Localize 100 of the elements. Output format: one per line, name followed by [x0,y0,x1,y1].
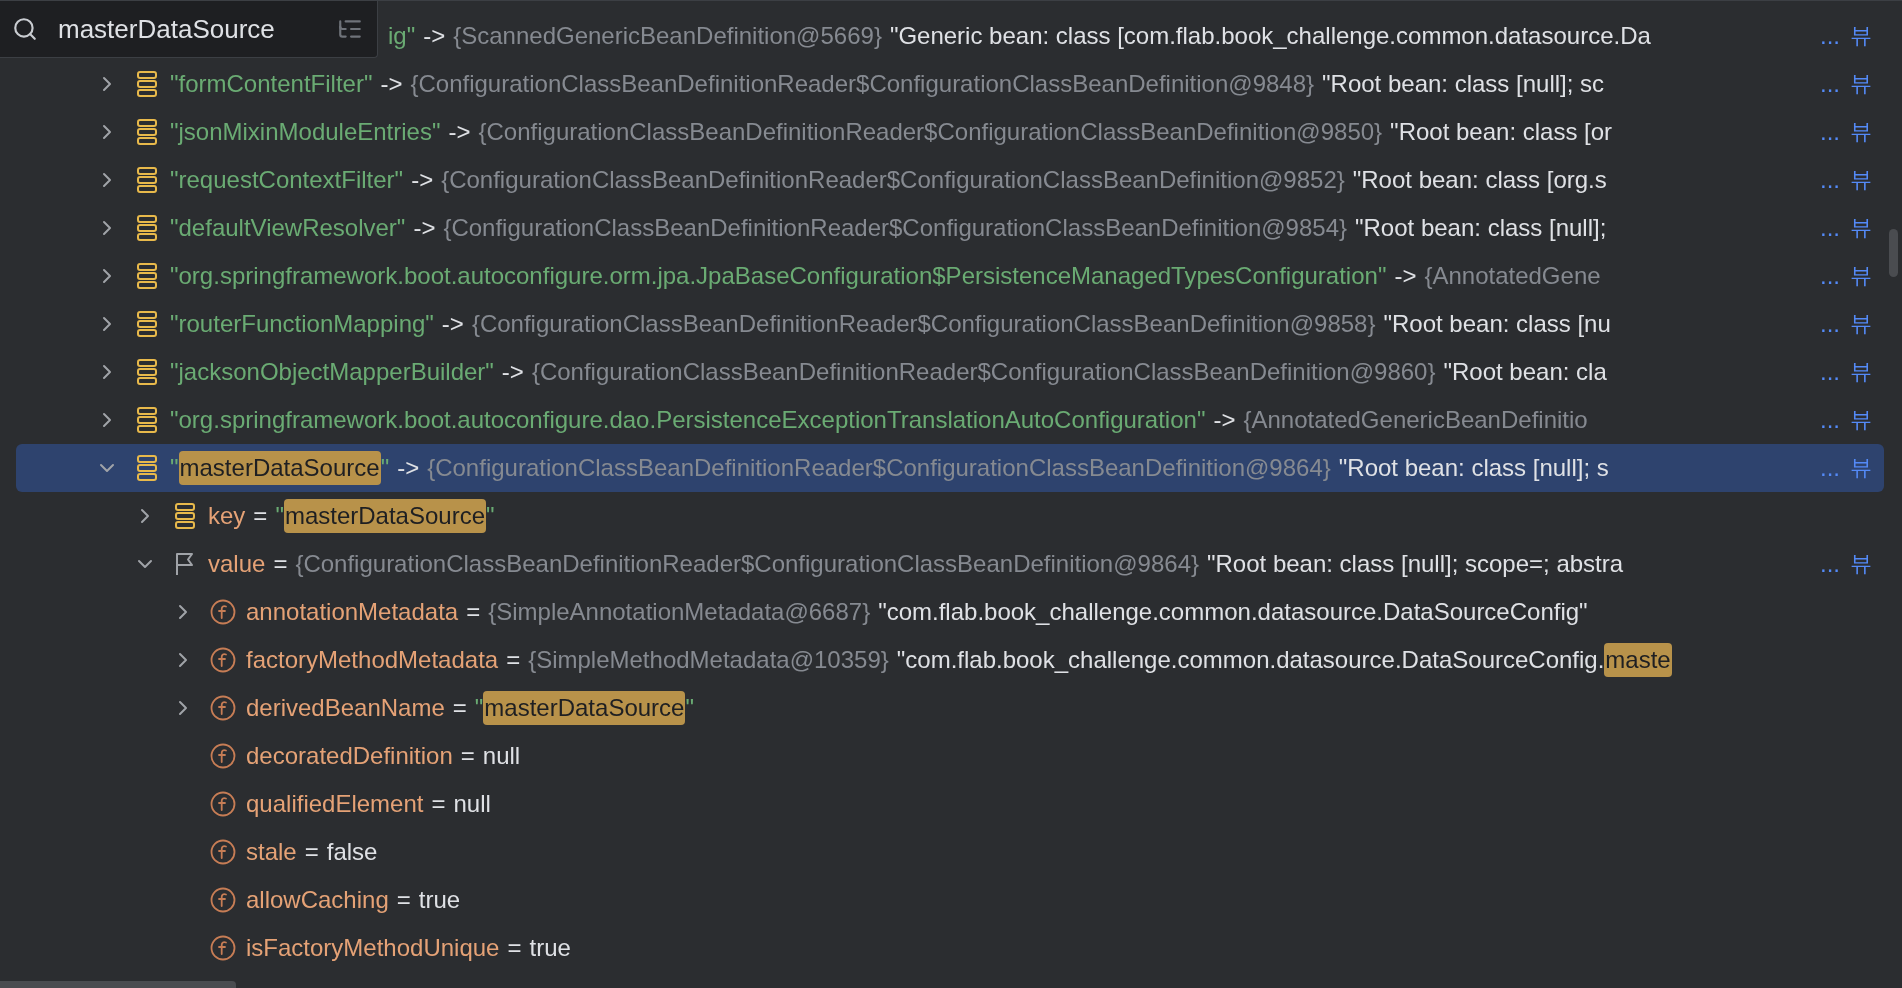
view-link[interactable]: 뷰 [1850,69,1872,99]
variable-name: "defaultViewResolver" [170,214,406,242]
ellipsis-link[interactable]: ... [1816,214,1840,242]
variable-name: key [208,502,246,530]
ellipsis-link[interactable]: ... [1816,262,1840,290]
field-icon [210,791,236,817]
tree-row[interactable]: "jacksonObjectMapperBuilder" -> {ConfigurationClassBeanDefinitionReader$ConfigurationClassBeanDefinition@9860} "Root bean: cla ... 뷰 [16,348,1884,396]
ellipsis-link[interactable]: ... [1816,310,1840,338]
stacked-bars-icon [137,215,157,241]
value-text: "Root bean: class [null]; s [1338,454,1609,482]
view-link[interactable]: 뷰 [1850,357,1872,387]
ellipsis-link[interactable]: ... [1816,118,1840,146]
tree-row[interactable]: "defaultViewResolver" -> {ConfigurationClassBeanDefinitionReader$ConfigurationClassBeanDefinition@9854} "Root bean: class [null]; ... 뷰 [16,204,1884,252]
stacked-bars-icon [137,263,157,289]
stacked-bars-icon [137,71,157,97]
separator-text: -> [1213,406,1236,434]
separator-text: = [273,550,288,578]
tree-row[interactable]: value = {ConfigurationClassBeanDefinitionReader$ConfigurationClassBeanDefinition@9864} "Root bean: class [null]; scope=; abstra ... 뷰 [16,540,1884,588]
scrollbar-thumb[interactable] [1889,229,1898,277]
search-field[interactable]: masterDataSource [0,1,378,58]
view-link[interactable]: 뷰 [1850,309,1872,339]
separator-text: = [506,646,521,674]
separator-text: -> [380,70,403,98]
tree-row[interactable]: "routerFunctionMapping" -> {ConfigurationClassBeanDefinitionReader$ConfigurationClassBeanDefinition@9858} "Root bean: class [nu ... 뷰 [16,300,1884,348]
variable-name: "requestContextFilter" [170,166,404,194]
tree-row[interactable]: "masterDataSource" -> {ConfigurationClassBeanDefinitionReader$ConfigurationClassBeanDefinition@9864} "Root bean: class [null]; s ... 뷰 [16,444,1884,492]
view-link[interactable]: 뷰 [1850,117,1872,147]
value-text: " [275,502,284,530]
ellipsis-link[interactable]: ... [1816,70,1840,98]
tree-row[interactable]: "org.springframework.boot.autoconfigure.orm.jpa.JpaBaseConfiguration$PersistenceManagedTypesConfiguration" -> {AnnotatedGene ... 뷰 [16,252,1884,300]
field-icon [210,647,236,673]
tree-row[interactable]: qualifiedElement = null [16,780,1884,828]
tree-row[interactable]: isFactoryMethodUnique = true [16,924,1884,972]
view-link[interactable]: 뷰 [1850,405,1872,435]
separator-text: -> [423,22,446,50]
ellipsis-link[interactable]: ... [1816,166,1840,194]
type-text: {ConfigurationClassBeanDefinitionReader$ConfigurationClassBeanDefinition@9858} [471,310,1376,338]
type-text: {ConfigurationClassBeanDefinitionReader$ConfigurationClassBeanDefinition@9852} [441,166,1345,194]
value-text: "com.flab.book_challenge.common.datasource.DataSourceConfig" [878,598,1588,626]
value-text: "Root bean: class [org.s [1352,166,1607,194]
variable-name: ig" [388,22,416,50]
tree-row[interactable]: decoratedDefinition = null [16,732,1884,780]
type-text: {AnnotatedGenericBeanDefinitio [1243,406,1588,434]
ellipsis-link[interactable]: ... [1816,406,1840,434]
stacked-bars-icon [137,311,157,337]
tree-row[interactable]: "requestContextFilter" -> {ConfigurationClassBeanDefinitionReader$ConfigurationClassBeanDefinition@9852} "Root bean: class [org.s ... 뷰 [16,156,1884,204]
field-icon [210,599,236,625]
value-text: false [326,838,378,866]
field-icon [210,839,236,865]
value-text: "Root bean: class [null]; [1355,214,1607,242]
tree-row[interactable]: "org.springframework.boot.autoconfigure.dao.PersistenceExceptionTranslationAutoConfiguration" -> {AnnotatedGenericBeanDefinitio ... 뷰 [16,396,1884,444]
view-link[interactable]: 뷰 [1850,213,1872,243]
tree-row[interactable]: annotationMetadata = {SimpleAnnotationMetadata@6687} "com.flab.book_challenge.common.datasource.DataSourceConfig" [16,588,1884,636]
view-link[interactable]: 뷰 [1850,549,1872,579]
variable-name: annotationMetadata [246,598,459,626]
tree-row[interactable]: ig" -> {ScannedGenericBeanDefinition@5669} "Generic bean: class [com.flab.book_challenge.common.datasource.Da ... 뷰 [382,12,1884,60]
tree-row[interactable]: key = "masterDataSource" [16,492,1884,540]
separator-text: = [466,598,481,626]
variable-name: "jsonMixinModuleEntries" [170,118,441,146]
tree-row[interactable]: derivedBeanName = "masterDataSource" [16,684,1884,732]
tree-row[interactable]: allowCaching = true [16,876,1884,924]
tree-row[interactable]: factoryMethodMetadata = {SimpleMethodMetadata@10359} "com.flab.book_challenge.common.datasource.DataSourceConfig.maste [16,636,1884,684]
field-icon [210,695,236,721]
field-icon [210,743,236,769]
search-match-text: masterDataSource [283,499,486,533]
variable-name: stale [246,838,297,866]
ellipsis-link[interactable]: ... [1816,22,1840,50]
view-link[interactable]: 뷰 [1850,165,1872,195]
separator-text: = [304,838,319,866]
separator-text: = [460,742,475,770]
search-input[interactable]: masterDataSource [56,12,319,46]
type-text: {AnnotatedGene [1424,262,1601,290]
value-text: null [453,790,491,818]
tree-row[interactable]: "jsonMixinModuleEntries" -> {ConfigurationClassBeanDefinitionReader$ConfigurationClassBeanDefinition@9850} "Root bean: class [or ... 뷰 [16,108,1884,156]
value-text: "Root bean: cla [1443,358,1607,386]
tree-row[interactable]: "formContentFilter" -> {ConfigurationClassBeanDefinitionReader$ConfigurationClassBeanDefinition@9848} "Root bean: class [null]; sc ... 뷰 [16,60,1884,108]
type-text: {SimpleMethodMetadata@10359} [528,646,889,674]
separator-text: = [253,502,268,530]
variable-name: derivedBeanName [246,694,445,722]
tree-row[interactable]: stale = false [16,828,1884,876]
view-link[interactable]: 뷰 [1850,21,1872,51]
scrollbar-thumb[interactable] [0,981,236,988]
variable-name: qualifiedElement [246,790,424,818]
value-text: " [685,694,694,722]
value-text: true [529,934,571,962]
field-icon [210,887,236,913]
view-link[interactable]: 뷰 [1850,261,1872,291]
variable-name: "org.springframework.boot.autoconfigure.dao.PersistenceExceptionTranslationAutoConfiguration" [170,406,1206,434]
separator-text: -> [411,166,434,194]
variable-name: "jacksonObjectMapperBuilder" [170,358,494,386]
ellipsis-link[interactable]: ... [1816,358,1840,386]
value-text: "Root bean: class [nu [1383,310,1611,338]
ellipsis-link[interactable]: ... [1816,550,1840,578]
separator-text: -> [448,118,471,146]
field-icon [210,935,236,961]
variable-name: allowCaching [246,886,389,914]
variable-name: " [380,454,390,482]
value-text: "Generic bean: class [com.flab.book_challenge.common.datasource.Da [889,22,1651,50]
type-text: {ConfigurationClassBeanDefinitionReader$ConfigurationClassBeanDefinition@9848} [410,70,1315,98]
type-text: {ScannedGenericBeanDefinition@5669} [453,22,882,50]
